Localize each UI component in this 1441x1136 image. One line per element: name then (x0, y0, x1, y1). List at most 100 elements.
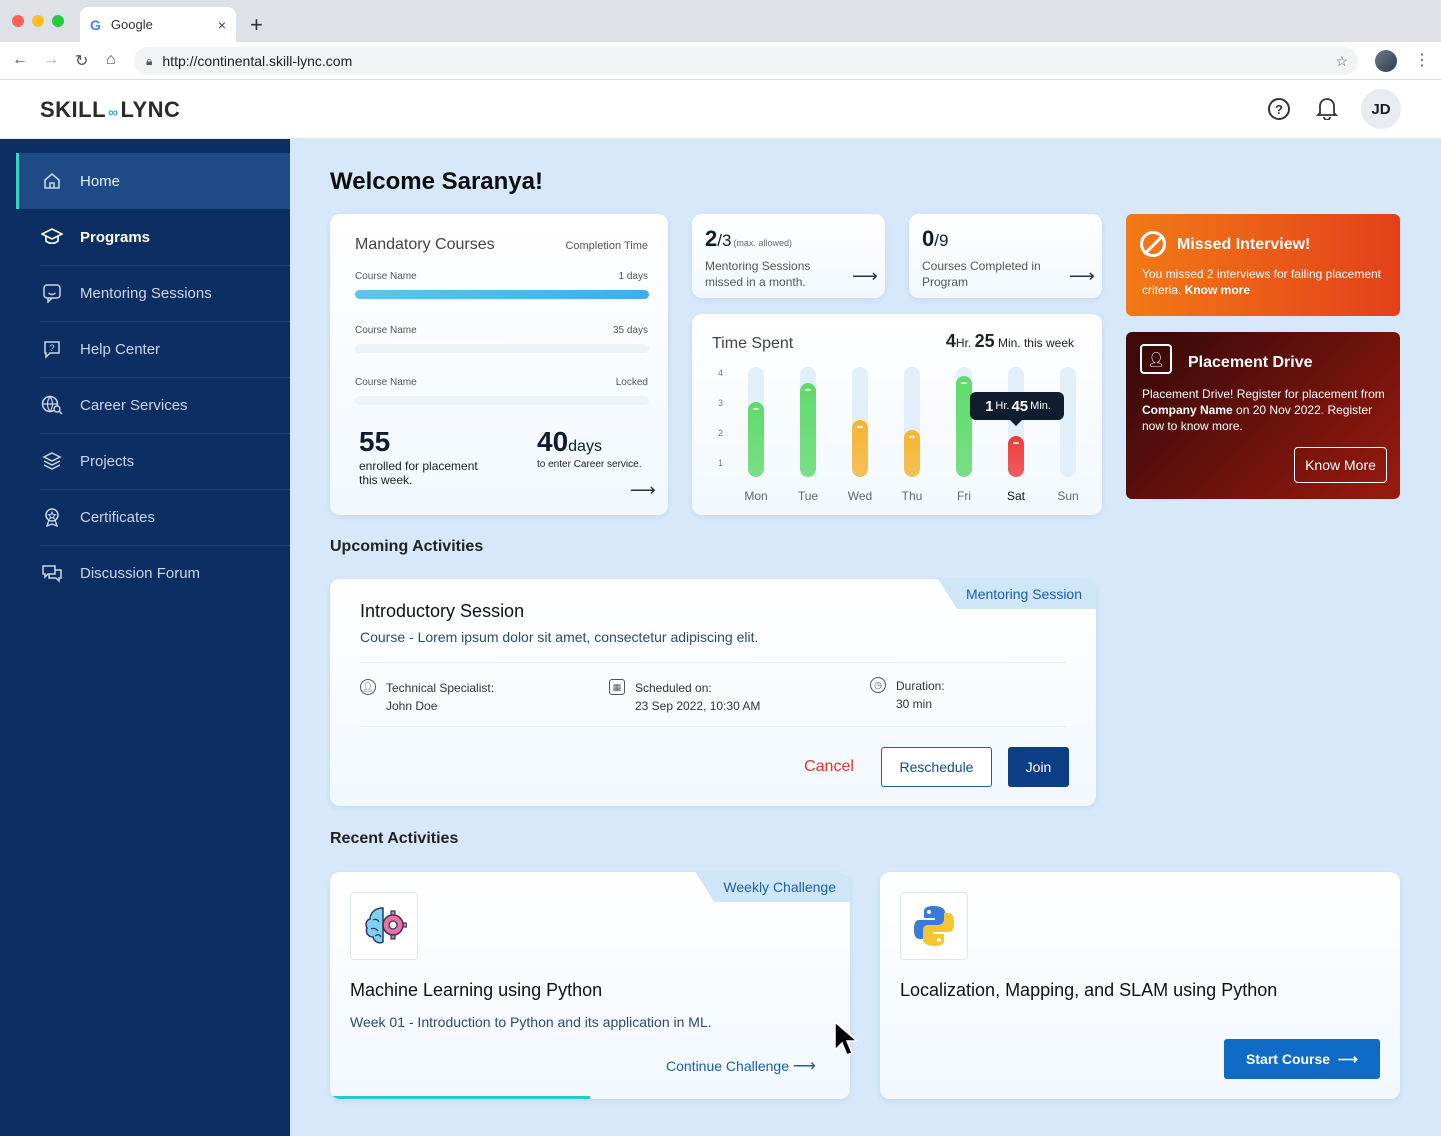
cancel-button[interactable]: Cancel (794, 747, 864, 787)
specialist-label: Technical Specialist: (386, 681, 495, 695)
tab-title: Google (110, 17, 153, 32)
address-bar[interactable]: 🔒︎ http://continental.skill-lync.com ☆ (134, 47, 1358, 75)
back-icon[interactable]: ← (12, 51, 28, 69)
course-progress-fill (355, 290, 649, 299)
alert-title: Missed Interview! (1177, 236, 1311, 253)
know-more-button[interactable]: Know More (1294, 447, 1387, 483)
browser-tabstrip: G Google × + (0, 0, 1441, 42)
reschedule-button[interactable]: Reschedule (881, 747, 992, 787)
activity-title: Introductory Session (360, 601, 525, 621)
new-tab-icon[interactable]: + (250, 12, 263, 38)
time-spent-card: Time Spent 4Hr. 25 Min. this week 4 3 2 … (692, 314, 1102, 515)
sidebar-item-programs[interactable]: Programs (16, 209, 290, 265)
continue-challenge-label: Continue Challenge (666, 1058, 789, 1074)
day-label-wed: Wed (847, 489, 873, 503)
course-progress-track (355, 396, 649, 405)
reload-icon[interactable]: ↻ (75, 51, 88, 71)
python-logo-icon (900, 892, 968, 960)
link-icon: ∞ (108, 104, 119, 120)
specialist-name: John Doe (386, 699, 438, 713)
arrow-right-icon: ⟶ (1337, 1050, 1358, 1067)
bar-fri[interactable] (956, 376, 972, 477)
sidebar-item-discussion-forum[interactable]: Discussion Forum (16, 545, 290, 601)
award-icon (40, 505, 64, 529)
sidebar-item-label: Help Center (80, 340, 161, 358)
join-button[interactable]: Join (1008, 747, 1069, 787)
course-name: Course Name (355, 271, 417, 282)
bar-tue[interactable] (800, 382, 816, 477)
total-minutes: 25 (974, 331, 995, 351)
maximize-window-button[interactable] (52, 15, 64, 27)
minutes-label: Min. this week (997, 336, 1074, 350)
bar-thu[interactable] (904, 429, 920, 477)
course-title: Machine Learning using Python (350, 980, 603, 1000)
day-label-thu: Thu (901, 489, 923, 503)
ban-icon (1140, 231, 1166, 257)
day-label-fri: Fri (957, 489, 971, 503)
bar-track-mon (748, 367, 764, 477)
hours-label: Hr. (955, 336, 972, 350)
completion-time-label: Completion Time (565, 240, 648, 252)
browser-tab[interactable]: G Google × (80, 7, 236, 42)
mouse-cursor-icon (834, 1020, 860, 1056)
stat-total: /3 (717, 231, 732, 250)
days-text: to enter Career service. (537, 459, 642, 470)
arrow-right-icon[interactable]: ⟶ (630, 480, 656, 501)
arrow-right-icon: ⟶ (792, 1058, 816, 1075)
sidebar-item-mentoring-sessions[interactable]: Mentoring Sessions (16, 265, 290, 321)
notification-bell-icon[interactable] (1315, 96, 1339, 126)
know-more-link[interactable]: Know more (1185, 283, 1250, 297)
day-label-mon: Mon (744, 489, 768, 503)
start-course-button[interactable]: Start Course ⟶ (1224, 1039, 1380, 1079)
sidebar-item-help-center[interactable]: ? Help Center (16, 321, 290, 377)
globe-search-icon (40, 393, 64, 417)
tooltip-minutes: 45 (1011, 397, 1029, 415)
activity-type-tag: Weekly Challenge (695, 872, 850, 902)
continue-challenge-link[interactable]: Continue Challenge ⟶ (666, 1056, 816, 1076)
course-name: Course Name (355, 325, 417, 336)
bar-sat[interactable] (1008, 436, 1024, 477)
close-window-button[interactable] (12, 15, 24, 27)
challenge-progress-bar (330, 1096, 590, 1099)
minimize-window-button[interactable] (32, 15, 44, 27)
arrow-right-icon[interactable]: ⟶ (1069, 266, 1095, 287)
specialist-info: Technical Specialist: John Doe (386, 679, 494, 715)
bookmark-star-icon[interactable]: ☆ (1335, 53, 1348, 70)
arrow-right-icon[interactable]: ⟶ (852, 266, 878, 287)
bar-wed[interactable] (852, 420, 868, 477)
course-name: Course Name (355, 377, 417, 388)
sidebar-item-certificates[interactable]: Certificates (16, 489, 290, 545)
course-week: Week 01 - Introduction to Python and its… (350, 1014, 712, 1030)
sidebar-item-career-services[interactable]: Career Services (16, 377, 290, 433)
scheduled-value: 23 Sep 2022, 10:30 AM (635, 699, 761, 713)
home-icon (40, 169, 64, 193)
sidebar-item-label: Discussion Forum (80, 564, 201, 582)
y-tick-label: 2 (718, 428, 724, 438)
browser-profile-avatar[interactable] (1375, 50, 1397, 72)
mentoring-stat-card[interactable]: 2/3 (max. allowed) Mentoring Sessions mis… (692, 214, 885, 298)
help-icon[interactable]: ? (1268, 98, 1290, 120)
days-number: 40 (537, 426, 569, 457)
logo-text-right: LYNC (120, 97, 181, 122)
drive-title: Placement Drive (1188, 354, 1313, 371)
enrolled-text: enrolled for placement this week. (359, 459, 478, 487)
bar-track-thu (904, 367, 920, 477)
sidebar-item-projects[interactable]: Projects (16, 433, 290, 489)
courses-stat-card[interactable]: 0/9 Courses Completed in Program ⟶ (909, 214, 1102, 298)
id-card-icon: 👤︎ (1140, 344, 1172, 374)
missed-interview-alert: Missed Interview! You missed 2 interview… (1126, 214, 1400, 316)
forward-icon[interactable]: → (43, 51, 59, 69)
upcoming-activity-card: Mentoring Session Introductory Session C… (330, 579, 1096, 806)
bar-track-wed (852, 367, 868, 477)
skill-lync-logo[interactable]: SKILL ∞LYNC (40, 97, 180, 123)
window-controls (12, 15, 64, 27)
bar-mon[interactable] (748, 401, 764, 477)
chat-smile-icon (40, 281, 64, 305)
tab-close-icon[interactable]: × (218, 17, 226, 33)
url-text: http://continental.skill-lync.com (162, 53, 353, 69)
home-browser-icon[interactable]: ⌂ (106, 51, 116, 69)
user-avatar[interactable]: JD (1361, 89, 1401, 129)
sidebar-item-home[interactable]: Home (16, 153, 290, 209)
page-title: Welcome Saranya! (330, 168, 543, 195)
browser-menu-icon[interactable]: ⋮ (1414, 50, 1430, 70)
